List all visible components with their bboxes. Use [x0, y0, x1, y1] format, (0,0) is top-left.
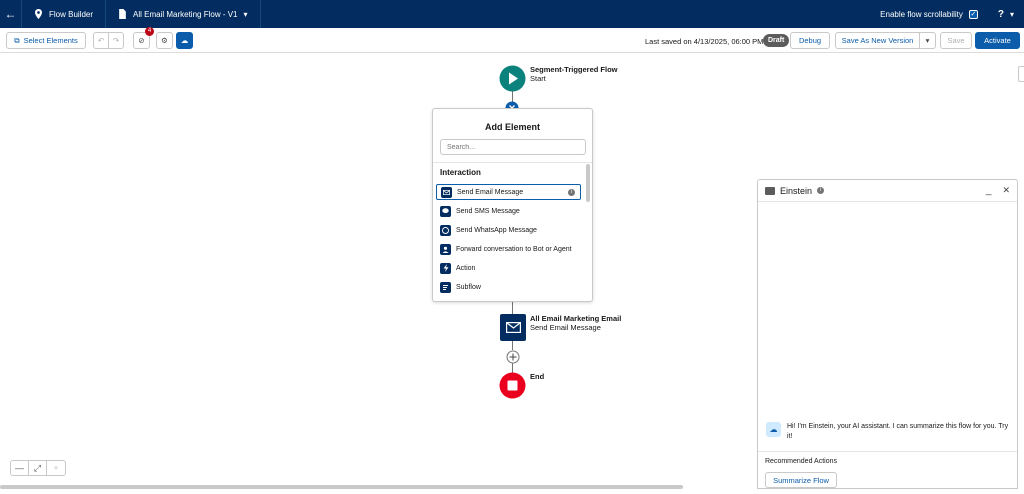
back-button[interactable]: ← [0, 0, 22, 28]
element-item-action[interactable]: Action [436, 260, 581, 276]
app-title: Flow Builder [49, 9, 94, 19]
info-icon[interactable]: i [568, 188, 575, 196]
redo-icon: ↷ [112, 36, 120, 45]
einstein-cloud-icon: ☁ [180, 36, 189, 45]
element-item-label: Action [456, 264, 476, 272]
undo-icon: ↶ [97, 36, 105, 45]
scrollability-checkbox[interactable]: ✓ [968, 9, 978, 19]
summarize-flow-button[interactable]: Summarize Flow [765, 472, 837, 488]
block-icon: ⊘ [138, 36, 145, 45]
start-node-title: Segment-Triggered Flow [530, 65, 618, 74]
connector-line [512, 300, 513, 314]
element-item-send-email[interactable]: Send Email Message i [436, 184, 581, 200]
save-label: Save [947, 36, 965, 45]
last-saved-text: Last saved on 4/13/2025, 06:00 PM [645, 37, 764, 46]
debug-button[interactable]: Debug [790, 32, 830, 49]
help-chevron-icon[interactable]: ▾ [1010, 10, 1014, 19]
subflow-icon [440, 281, 451, 293]
chat-icon [765, 186, 775, 195]
einstein-toggle-button[interactable]: ☁ [176, 32, 193, 49]
einstein-panel: Einstein i _ ✕ ☁ Hi! I'm Einstein, your … [757, 179, 1018, 489]
einstein-avatar-icon: ☁ [766, 422, 781, 437]
stop-icon [507, 380, 518, 391]
redo-button[interactable]: ↷ [108, 32, 124, 49]
einstein-message: ☁ Hi! I'm Einstein, your AI assistant. I… [766, 422, 1011, 442]
flow-title: All Email Marketing Flow - V1 [133, 9, 238, 19]
element-item-label: Send SMS Message [456, 207, 520, 215]
app-title-crumb: Flow Builder [22, 0, 107, 28]
settings-button[interactable]: ⚙ [156, 32, 173, 49]
undo-button[interactable]: ↶ [93, 32, 109, 49]
global-header: ← Flow Builder All Email Marketing Flow … [0, 0, 1024, 28]
save-button[interactable]: Save [940, 32, 972, 49]
divider [433, 162, 592, 163]
activate-label: Activate [984, 36, 1011, 45]
end-node[interactable] [499, 372, 526, 399]
popover-scrollbar[interactable] [586, 164, 590, 202]
recommended-actions-label: Recommended Actions [765, 458, 837, 465]
add-element-button[interactable] [506, 350, 520, 364]
element-item-label: Forward conversation to Bot or Agent [456, 245, 572, 253]
element-item-label: Subflow [456, 283, 481, 291]
recommended-actions: Recommended Actions Summarize Flow [758, 451, 1017, 494]
lightning-icon [440, 262, 451, 274]
save-as-new-label: Save As New Version [841, 36, 914, 45]
select-elements-label: Select Elements [23, 36, 78, 45]
error-count-badge: 4 [145, 27, 154, 36]
activate-button[interactable]: Activate [975, 32, 1020, 49]
element-item-send-sms[interactable]: Send SMS Message [436, 203, 581, 219]
element-item-label: Send Email Message [457, 188, 524, 196]
start-node-subtitle: Start [530, 74, 546, 83]
email-node[interactable] [500, 314, 526, 341]
einstein-title: Einstein [780, 185, 813, 196]
gear-icon: ⚙ [161, 36, 168, 45]
horizontal-scrollbar[interactable] [0, 485, 683, 489]
save-options-button[interactable]: ▾ [919, 32, 936, 49]
status-badge: Draft [763, 34, 790, 47]
einstein-message-text: Hi! I'm Einstein, your AI assistant. I c… [787, 423, 1009, 440]
fit-view-button[interactable]: ⤢ [29, 461, 47, 475]
element-item-subflow[interactable]: Subflow [436, 279, 581, 295]
minimize-button[interactable]: _ [986, 185, 992, 196]
info-icon[interactable]: i [817, 187, 825, 194]
element-item-forward-conversation[interactable]: Forward conversation to Bot or Agent [436, 241, 581, 257]
select-icon: ⧉ [14, 35, 20, 45]
scrollability-label: Enable flow scrollability [880, 9, 963, 19]
toolbar: ⧉ Select Elements ↶ ↷ ⊘ 4 ⚙ ☁ Last saved… [0, 27, 1024, 53]
search-input[interactable] [440, 139, 586, 155]
errors-button[interactable]: ⊘ 4 [133, 27, 154, 49]
section-title-interaction: Interaction [440, 168, 481, 177]
help-icon[interactable]: ? [998, 9, 1004, 20]
chevron-down-icon: ▾ [243, 9, 248, 19]
connector-line [512, 341, 513, 350]
element-item-label: Send WhatsApp Message [456, 226, 537, 234]
sms-icon [440, 205, 451, 217]
debug-label: Debug [798, 36, 822, 45]
add-element-title: Add Element [484, 122, 540, 132]
zoom-in-button[interactable]: + [47, 461, 65, 475]
element-item-send-whatsapp[interactable]: Send WhatsApp Message [436, 222, 581, 238]
summarize-flow-label: Summarize Flow [773, 475, 829, 485]
save-as-new-version-button[interactable]: Save As New Version [835, 32, 920, 49]
zoom-out-button[interactable]: — [11, 461, 29, 475]
email-node-subtitle: Send Email Message [530, 323, 601, 332]
canvas-side-tab[interactable] [1018, 66, 1024, 82]
agent-icon [440, 243, 451, 255]
document-icon [119, 9, 126, 19]
email-node-title: All Email Marketing Email [530, 314, 622, 323]
zoom-controls: — ⤢ + [10, 460, 66, 476]
whatsapp-icon [440, 224, 451, 236]
chevron-down-icon: ▾ [925, 36, 930, 45]
start-node[interactable] [499, 65, 526, 92]
location-pin-icon [35, 9, 42, 19]
close-button[interactable]: ✕ [1002, 185, 1010, 196]
email-icon [441, 186, 452, 198]
add-element-popover: Add Element Interaction Send Email Messa… [432, 108, 593, 302]
email-icon [505, 322, 521, 333]
end-node-title: End [530, 372, 545, 381]
flow-title-menu[interactable]: All Email Marketing Flow - V1 ▾ [106, 0, 261, 28]
select-elements-button[interactable]: ⧉ Select Elements [6, 32, 86, 49]
